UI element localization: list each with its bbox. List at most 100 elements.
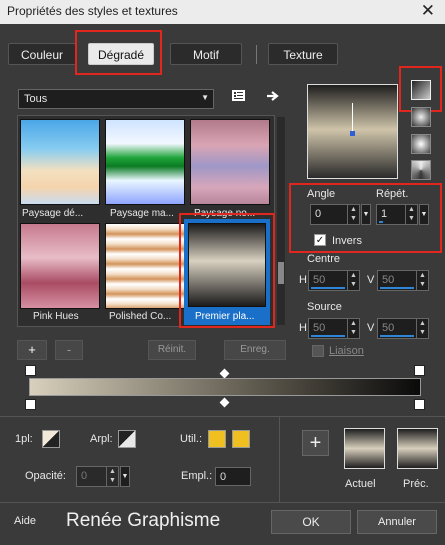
sunburst-style-button[interactable] xyxy=(411,134,431,154)
midpoint-diamond[interactable] xyxy=(219,368,230,379)
gradient-thumb-1[interactable] xyxy=(20,119,100,205)
repeat-spinner[interactable]: 1 ▲ ▼ xyxy=(376,204,418,225)
end-marker[interactable] xyxy=(414,365,425,376)
repeat-value: 1 xyxy=(381,208,388,220)
centre-v-bar xyxy=(380,287,414,289)
centre-v-value: 50 xyxy=(382,274,395,286)
opacity-value: 0 xyxy=(81,470,88,482)
end-color-stop[interactable] xyxy=(414,399,425,410)
source-v-value: 50 xyxy=(382,322,395,334)
angle-spinner[interactable]: 0 ▲ ▼ xyxy=(310,204,360,225)
source-v-label: V xyxy=(367,322,375,334)
spin-arrows-icon[interactable]: ▲ ▼ xyxy=(347,205,359,224)
category-value: Tous xyxy=(24,93,48,105)
spin-arrows-icon[interactable]: ▲ ▼ xyxy=(405,205,417,224)
add-gradient-button[interactable]: + xyxy=(17,340,47,360)
repeat-bar xyxy=(379,221,383,223)
gradient-thumb-3[interactable] xyxy=(190,119,270,205)
source-label: Source xyxy=(307,301,342,313)
repeat-label: Répét. xyxy=(376,188,409,200)
angle-value: 0 xyxy=(315,208,322,220)
gradient-label: Paysage dé... xyxy=(22,208,84,219)
opacity-label: Opacité: xyxy=(25,470,66,482)
used-color-swatch-2[interactable] xyxy=(232,430,250,448)
save-button[interactable]: Enreg. xyxy=(224,340,286,360)
gradient-thumb-6[interactable] xyxy=(188,223,266,307)
gradient-label: Polished Co... xyxy=(109,311,172,322)
add-to-swatches-button[interactable]: + xyxy=(302,430,329,456)
scrollbar-thumb[interactable] xyxy=(278,262,284,284)
centre-label: Centre xyxy=(307,253,341,265)
start-marker[interactable] xyxy=(25,365,36,376)
title-bar: Propriétés des styles et textures ✕ xyxy=(0,0,445,24)
invert-label: Invers xyxy=(332,235,362,247)
centre-h-bar xyxy=(311,287,345,289)
source-h-spinner[interactable]: 50 ▲ ▼ xyxy=(308,318,360,339)
used-color-swatch-1[interactable] xyxy=(208,430,226,448)
spin-arrows-icon[interactable]: ▲ ▼ xyxy=(347,319,359,338)
invert-checkbox[interactable]: ✓ xyxy=(314,234,326,246)
spin-arrows-icon[interactable]: ▲ ▼ xyxy=(416,271,428,290)
tab-couleur[interactable]: Couleur xyxy=(8,43,76,65)
previous-gradient-swatch[interactable] xyxy=(397,428,438,469)
footer-divider xyxy=(0,502,445,503)
category-dropdown[interactable]: Tous ▼ xyxy=(18,89,214,109)
first-plan-label: 1pl: xyxy=(15,433,33,445)
start-color-stop[interactable] xyxy=(25,399,36,410)
section-divider xyxy=(0,416,445,417)
centre-h-label: H xyxy=(299,274,307,286)
repeat-dropdown[interactable]: ▼ xyxy=(419,204,429,225)
tab-degrade[interactable]: Dégradé xyxy=(88,43,154,65)
spin-arrows-icon[interactable]: ▲ ▼ xyxy=(106,467,118,486)
background-plan-swatch[interactable] xyxy=(118,430,136,448)
tab-motif[interactable]: Motif xyxy=(170,43,242,65)
reset-button[interactable]: Réinit. xyxy=(148,340,196,360)
link-label: Liaison xyxy=(329,345,364,357)
source-v-spinner[interactable]: 50 ▲ ▼ xyxy=(377,318,429,339)
angle-handle[interactable] xyxy=(350,131,355,136)
watermark-text: Renée Graphisme xyxy=(66,510,221,531)
cancel-button[interactable]: Annuler xyxy=(357,510,437,534)
current-gradient-swatch[interactable] xyxy=(344,428,385,469)
color-midpoint-diamond[interactable] xyxy=(219,397,230,408)
opacity-spinner[interactable]: 0 ▲ ▼ xyxy=(76,466,119,487)
tab-texture[interactable]: Texture xyxy=(268,43,338,65)
link-checkbox[interactable] xyxy=(312,345,324,357)
used-colors-label: Util.: xyxy=(180,433,202,445)
spin-arrows-icon[interactable]: ▲ ▼ xyxy=(347,271,359,290)
gradient-label: Premier pla... xyxy=(195,311,255,322)
list-view-icon[interactable] xyxy=(231,88,247,104)
gradient-preview[interactable] xyxy=(307,84,398,179)
source-v-bar xyxy=(380,335,414,337)
radial-style-button[interactable] xyxy=(411,160,431,180)
centre-v-label: V xyxy=(367,274,375,286)
location-input[interactable]: 0 xyxy=(215,467,251,486)
angle-dropdown[interactable]: ▼ xyxy=(361,204,371,225)
gradient-thumb-4[interactable] xyxy=(20,223,100,309)
window-title: Propriétés des styles et textures xyxy=(7,4,178,18)
gallery-scrollbar[interactable] xyxy=(277,117,285,325)
arrow-right-icon[interactable] xyxy=(265,88,281,104)
help-link[interactable]: Aide xyxy=(14,515,36,527)
gradient-thumb-5[interactable] xyxy=(105,223,185,309)
rectangular-style-button[interactable] xyxy=(411,107,431,127)
current-label: Actuel xyxy=(345,478,376,490)
opacity-dropdown[interactable]: ▼ xyxy=(120,466,130,487)
linear-style-button[interactable] xyxy=(411,80,431,100)
centre-v-spinner[interactable]: 50 ▲ ▼ xyxy=(377,270,429,291)
gradient-label: Paysage ma... xyxy=(110,208,174,219)
source-h-bar xyxy=(311,335,345,337)
remove-gradient-button[interactable]: - xyxy=(55,340,83,360)
gradient-thumb-2[interactable] xyxy=(105,119,185,205)
first-plan-swatch[interactable] xyxy=(42,430,60,448)
angle-label: Angle xyxy=(307,188,336,200)
gradient-editor-bar[interactable] xyxy=(29,378,421,396)
centre-h-spinner[interactable]: 50 ▲ ▼ xyxy=(308,270,360,291)
centre-h-value: 50 xyxy=(313,274,326,286)
source-h-label: H xyxy=(299,322,307,334)
spin-arrows-icon[interactable]: ▲ ▼ xyxy=(416,319,428,338)
gradient-label: Pink Hues xyxy=(33,311,79,322)
ok-button[interactable]: OK xyxy=(271,510,351,534)
location-label: Empl.: xyxy=(181,470,213,482)
close-icon[interactable]: ✕ xyxy=(421,1,435,21)
